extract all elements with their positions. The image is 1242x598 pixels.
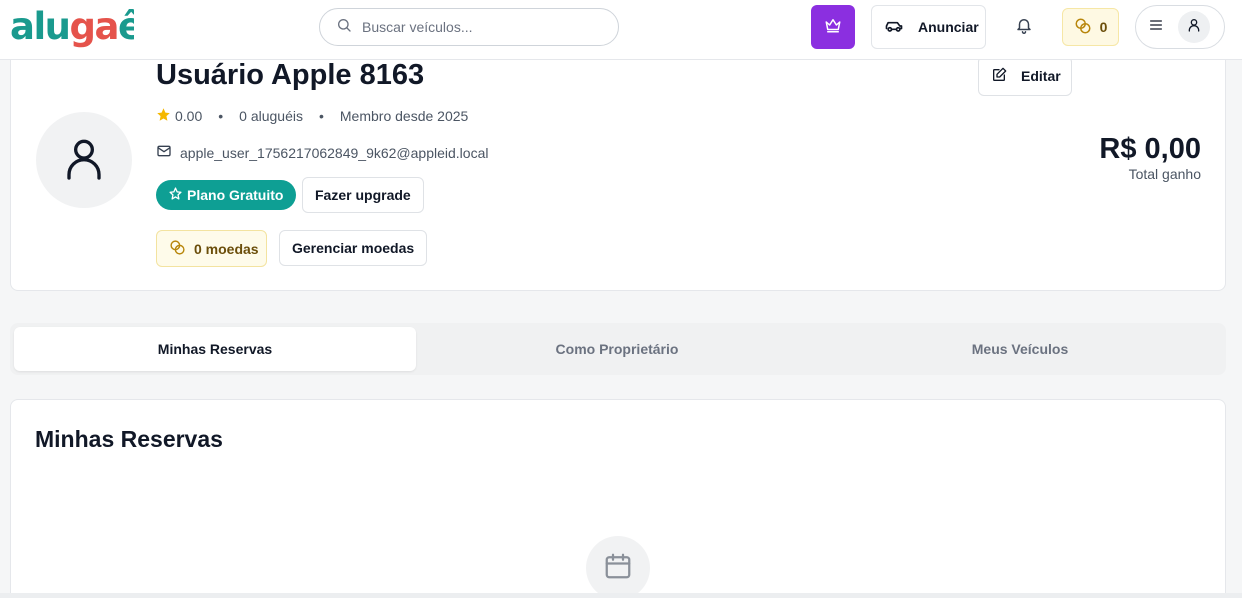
tab-meus-veiculos[interactable]: Meus Veículos: [818, 327, 1222, 371]
notifications-button[interactable]: [1012, 15, 1036, 39]
profile-card: Usuário Apple 8163 0.00 • 0 aluguéis • M…: [10, 40, 1226, 291]
tab-como-proprietario[interactable]: Como Proprietário: [416, 327, 818, 371]
tab-minhas-reservas[interactable]: Minhas Reservas: [14, 327, 416, 371]
user-icon: [1186, 17, 1202, 38]
profile-tabs: Minhas Reservas Como Proprietário Meus V…: [10, 323, 1226, 375]
calendar-icon: [603, 551, 633, 586]
edit-profile-button[interactable]: Editar: [978, 56, 1072, 96]
user-menu-button[interactable]: [1135, 5, 1225, 49]
avatar: [1178, 11, 1210, 43]
plan-badge: Plano Gratuito: [156, 180, 297, 210]
menu-icon: [1148, 17, 1164, 38]
top-navigation-bar: alugaê Anunciar 0: [0, 0, 1242, 60]
coins-count: 0: [1099, 19, 1108, 35]
separator-dot: •: [318, 108, 324, 124]
profile-meta: 0.00 • 0 aluguéis • Membro desde 2025: [156, 107, 468, 125]
logo-wordmark: alugaê: [10, 5, 134, 48]
coins-label: 0 moedas: [194, 240, 259, 257]
coins-badge: 0 moedas: [156, 230, 267, 267]
crown-icon: [824, 16, 842, 39]
search-input[interactable]: [362, 19, 592, 35]
plan-label: Plano Gratuito: [187, 187, 284, 203]
edit-icon: [991, 67, 1007, 86]
coins-icon: [169, 239, 186, 259]
coins-icon: [1074, 17, 1092, 38]
separator-dot: •: [218, 108, 224, 124]
star-icon: [156, 107, 171, 125]
empty-state-icon: [586, 536, 650, 598]
search-bar[interactable]: [319, 8, 619, 46]
star-outline-icon: [169, 187, 182, 203]
profile-avatar: [36, 112, 132, 208]
rating-value: 0.00: [175, 108, 203, 124]
profile-name: Usuário Apple 8163: [156, 59, 425, 91]
earnings-value: R$ 0,00: [1099, 133, 1201, 165]
member-since: Membro desde 2025: [339, 108, 469, 124]
anunciar-label: Anunciar: [918, 19, 979, 35]
coins-button[interactable]: 0: [1062, 8, 1119, 46]
svg-text:alugaê: alugaê: [10, 5, 134, 48]
reservations-card: Minhas Reservas: [10, 399, 1226, 598]
user-icon: [64, 136, 104, 185]
bell-icon: [1015, 16, 1033, 39]
search-icon: [336, 17, 352, 38]
anunciar-button[interactable]: Anunciar: [871, 5, 986, 49]
car-icon: [884, 16, 904, 39]
email-row: apple_user_1756217062849_9k62@appleid.lo…: [156, 143, 488, 162]
email-text: apple_user_1756217062849_9k62@appleid.lo…: [180, 144, 489, 161]
mail-icon: [156, 143, 172, 162]
edit-label: Editar: [1021, 68, 1061, 84]
earnings-summary: R$ 0,00 Total ganho: [1099, 133, 1201, 182]
manage-coins-button[interactable]: Gerenciar moedas: [279, 230, 428, 266]
page-bottom-edge: [0, 593, 1242, 598]
premium-button[interactable]: [811, 5, 855, 49]
earnings-label: Total ganho: [1128, 166, 1201, 182]
rentals-count: 0 aluguéis: [239, 108, 303, 124]
alugae-logo[interactable]: alugaê: [10, 3, 134, 48]
reservations-title: Minhas Reservas: [35, 426, 223, 452]
upgrade-button[interactable]: Fazer upgrade: [302, 177, 424, 213]
